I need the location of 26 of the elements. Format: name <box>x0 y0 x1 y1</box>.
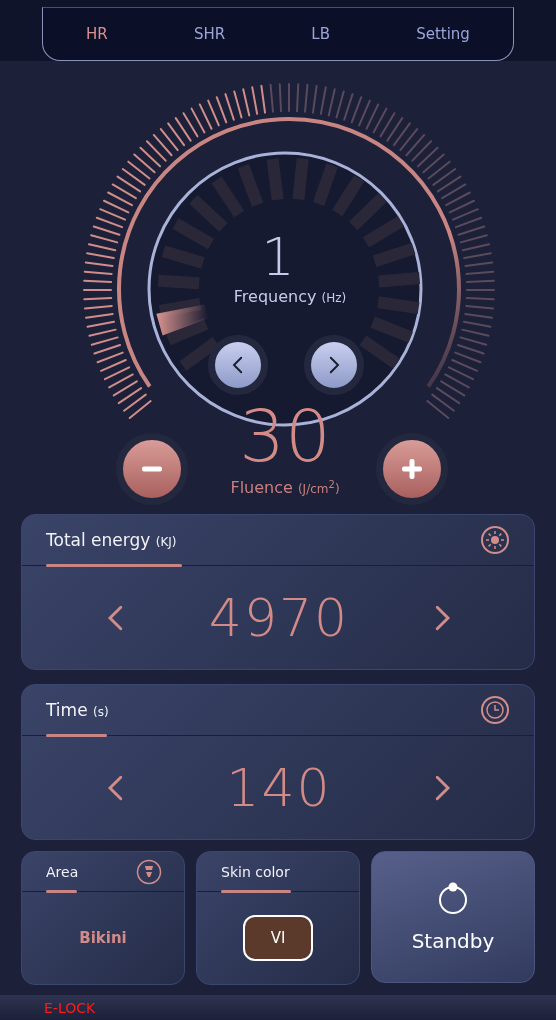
tab[interactable]: HR <box>78 21 116 47</box>
minus-icon <box>142 466 162 472</box>
clock-icon <box>480 695 510 725</box>
sun-icon <box>480 525 510 555</box>
card-value: 4970 <box>208 587 350 648</box>
tab[interactable]: LB <box>303 21 338 47</box>
card-title: Total energy (KJ) <box>46 530 177 550</box>
swimsuit-icon <box>136 858 162 885</box>
tab[interactable]: SHR <box>185 21 234 47</box>
frequency-label: Frequency (Hz) <box>232 287 348 306</box>
plus-icon <box>402 459 422 479</box>
skin-color-title: Skin color <box>221 863 290 880</box>
tab[interactable]: Setting <box>408 21 478 47</box>
card-title: Time (s) <box>46 700 109 720</box>
tab-indicator <box>221 890 291 893</box>
tab-indicator <box>46 890 77 893</box>
tab-indicator <box>46 734 107 737</box>
fluence-label: Fluence (J/cm$^{2}$) <box>229 478 341 497</box>
standby-button[interactable]: Standby <box>371 851 535 983</box>
skin-type-button[interactable]: VI <box>243 915 313 961</box>
lock-status: E-LOCK <box>44 999 96 1016</box>
area-value: Bikini <box>79 929 127 947</box>
frequency-value: 1 <box>260 231 296 283</box>
power-ring-icon <box>437 881 469 915</box>
card-value: 140 <box>226 757 332 818</box>
area-title: Area <box>46 863 79 880</box>
